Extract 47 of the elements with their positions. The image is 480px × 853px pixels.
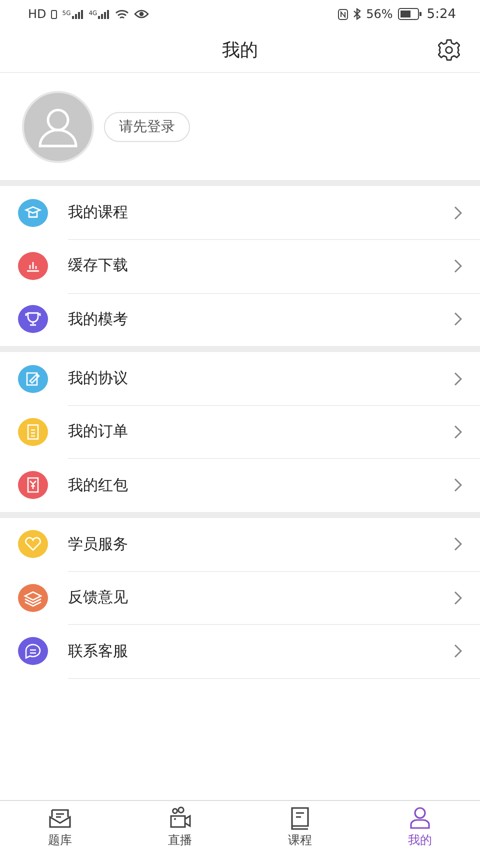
menu-item-label: 学员服务 xyxy=(68,534,129,554)
menu-item[interactable]: 缓存下载 xyxy=(0,239,480,293)
login-button[interactable]: 请先登录 xyxy=(104,112,190,142)
menu-item-label: 我的订单 xyxy=(68,422,129,442)
chevron-icon xyxy=(454,644,462,658)
menu-item-label: 我的红包 xyxy=(68,476,129,495)
wifi-icon xyxy=(115,8,130,20)
menu-item-label: 我的协议 xyxy=(68,369,129,388)
nfc-icon xyxy=(338,8,348,20)
tab[interactable]: 直播 xyxy=(120,801,240,853)
hd-label: HD xyxy=(28,7,46,21)
tab[interactable]: 我的 xyxy=(360,801,480,853)
tab[interactable]: 课程 xyxy=(240,801,360,853)
menu-item[interactable]: 我的红包 xyxy=(0,458,480,512)
menu-item[interactable]: 我的协议 xyxy=(0,352,480,406)
page-title: 我的 xyxy=(222,39,258,62)
chevron-icon xyxy=(454,372,462,386)
menu-item[interactable]: 我的课程 xyxy=(0,186,480,240)
menu-item-label: 缓存下载 xyxy=(68,256,129,276)
battery-percent: 56% xyxy=(366,7,393,21)
menu-item-label: 反馈意见 xyxy=(68,588,129,608)
clock: 5:24 xyxy=(426,6,456,22)
eye-icon xyxy=(134,9,150,19)
user-icon xyxy=(407,806,433,830)
sim-icon xyxy=(51,10,58,18)
menu-item[interactable]: 学员服务 xyxy=(0,518,480,572)
settings-icon[interactable] xyxy=(438,39,460,61)
menu-item[interactable]: 反馈意见 xyxy=(0,571,480,624)
menu-item-label: 我的模考 xyxy=(68,310,129,329)
menu-item-label: 联系客服 xyxy=(68,642,129,661)
chevron-icon xyxy=(454,537,462,552)
chevron-icon xyxy=(454,590,462,605)
signal-icon xyxy=(98,10,110,18)
tab[interactable]: 题库 xyxy=(0,801,120,853)
menu-item[interactable]: 联系客服 xyxy=(0,624,480,678)
chevron-icon xyxy=(454,312,462,326)
chevron-icon xyxy=(454,206,462,220)
chevron-icon xyxy=(454,258,462,273)
bluetooth-icon xyxy=(353,8,362,20)
menu-item[interactable]: 我的订单 xyxy=(0,405,480,458)
avatar-icon xyxy=(22,90,94,162)
signal-icon xyxy=(72,10,84,18)
battery-icon xyxy=(398,8,422,20)
menu-item-label: 我的课程 xyxy=(68,203,129,222)
chevron-icon xyxy=(454,478,462,492)
menu-item[interactable]: 我的模考 xyxy=(0,292,480,346)
chevron-icon xyxy=(454,424,462,439)
